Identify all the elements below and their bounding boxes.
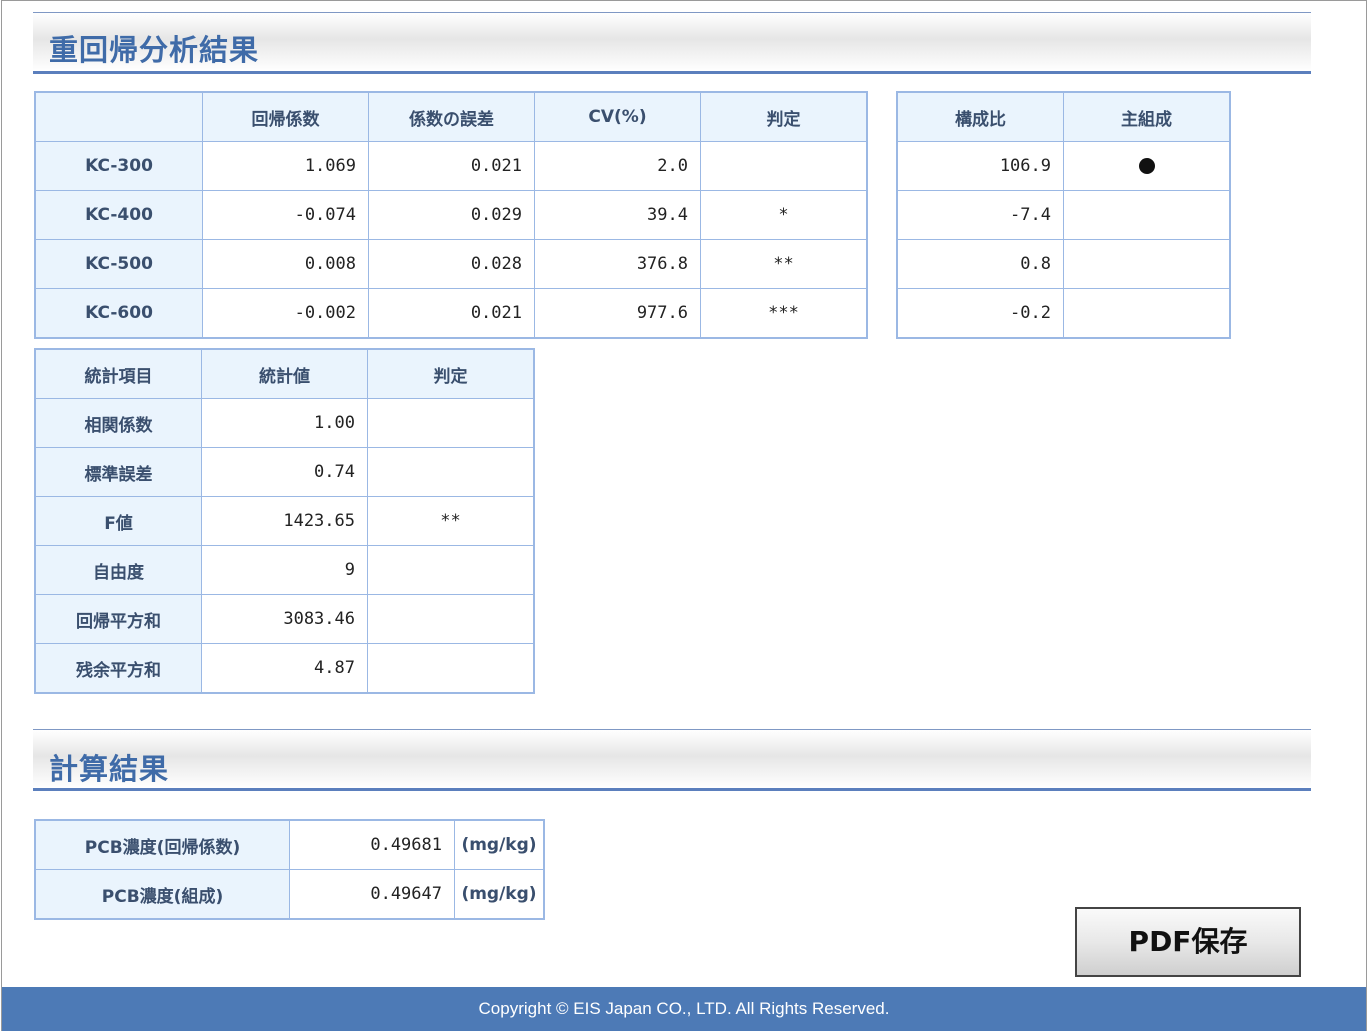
judge-value <box>367 545 535 595</box>
header-cell <box>34 91 203 142</box>
table-header-row: 構成比 主組成 <box>896 91 1231 142</box>
calc-section-title: 計算結果 <box>49 752 170 786</box>
row-label: 標準誤差 <box>34 447 202 497</box>
table-row: 残余平方和 4.87 <box>34 643 535 694</box>
row-label: KC-500 <box>34 239 203 289</box>
error-value: 0.021 <box>368 141 535 191</box>
row-label: KC-300 <box>34 141 203 191</box>
row-label: KC-400 <box>34 190 203 240</box>
header-cell: 統計値 <box>201 348 368 399</box>
ratio-value: -7.4 <box>896 190 1064 240</box>
row-label: 回帰平方和 <box>34 594 202 644</box>
table-row: 相関係数 1.00 <box>34 398 535 448</box>
stat-value: 1423.65 <box>201 496 368 546</box>
stat-value: 0.74 <box>201 447 368 497</box>
judge-value: * <box>700 190 868 240</box>
footer: Copyright © EIS Japan CO., LTD. All Righ… <box>2 987 1366 1031</box>
unit-label: (mg/kg) <box>454 869 545 920</box>
regression-section-title: 重回帰分析結果 <box>49 33 260 67</box>
header-cell: 回帰係数 <box>202 91 369 142</box>
table-header-row: 統計項目 統計値 判定 <box>34 348 535 399</box>
judge-value <box>367 447 535 497</box>
judge-value <box>700 141 868 191</box>
header-cell: 判定 <box>700 91 868 142</box>
error-value: 0.021 <box>368 288 535 339</box>
header-cell: 判定 <box>367 348 535 399</box>
calc-result-table: PCB濃度(回帰係数) 0.49681 (mg/kg) PCB濃度(組成) 0.… <box>34 819 545 920</box>
header-cell: 構成比 <box>896 91 1064 142</box>
stat-value: 3083.46 <box>201 594 368 644</box>
calc-value: 0.49681 <box>289 819 455 870</box>
table-row: -7.4 <box>896 190 1231 240</box>
row-label: 残余平方和 <box>34 643 202 694</box>
table-row: 回帰平方和 3083.46 <box>34 594 535 644</box>
table-row: PCB濃度(回帰係数) 0.49681 (mg/kg) <box>34 819 545 870</box>
ratio-value: 0.8 <box>896 239 1064 289</box>
row-label: PCB濃度(組成) <box>34 869 290 920</box>
main-component-cell <box>1063 288 1231 339</box>
table-row: PCB濃度(組成) 0.49647 (mg/kg) <box>34 869 545 920</box>
main-component-cell <box>1063 141 1231 191</box>
coef-value: -0.002 <box>202 288 369 339</box>
table-row: 0.8 <box>896 239 1231 289</box>
row-label: 相関係数 <box>34 398 202 448</box>
unit-label: (mg/kg) <box>454 819 545 870</box>
stat-value: 9 <box>201 545 368 595</box>
calc-section-header: 計算結果 <box>33 729 1311 791</box>
table-row: 106.9 <box>896 141 1231 191</box>
table-row: -0.2 <box>896 288 1231 339</box>
stat-value: 4.87 <box>201 643 368 694</box>
judge-value <box>367 643 535 694</box>
ratio-value: 106.9 <box>896 141 1064 191</box>
error-value: 0.029 <box>368 190 535 240</box>
copyright-text: Copyright © EIS Japan CO., LTD. All Righ… <box>478 999 890 1018</box>
header-cell: 統計項目 <box>34 348 202 399</box>
table-row: F値 1423.65 ** <box>34 496 535 546</box>
regression-table: 回帰係数 係数の誤差 CV(%) 判定 KC-300 1.069 0.021 2… <box>34 91 868 339</box>
pdf-save-button[interactable]: PDF保存 <box>1075 907 1301 977</box>
row-label: 自由度 <box>34 545 202 595</box>
stat-value: 1.00 <box>201 398 368 448</box>
cv-value: 2.0 <box>534 141 701 191</box>
table-row: KC-400 -0.074 0.029 39.4 * <box>34 190 868 240</box>
main-component-cell <box>1063 190 1231 240</box>
error-value: 0.028 <box>368 239 535 289</box>
coef-value: -0.074 <box>202 190 369 240</box>
table-header-row: 回帰係数 係数の誤差 CV(%) 判定 <box>34 91 868 142</box>
ratio-value: -0.2 <box>896 288 1064 339</box>
coef-value: 0.008 <box>202 239 369 289</box>
header-cell: 主組成 <box>1063 91 1231 142</box>
judge-value <box>367 594 535 644</box>
judge-value: *** <box>700 288 868 339</box>
header-cell: 係数の誤差 <box>368 91 535 142</box>
judge-value: ** <box>367 496 535 546</box>
coef-value: 1.069 <box>202 141 369 191</box>
composition-table: 構成比 主組成 106.9 -7.4 0.8 -0.2 <box>896 91 1231 339</box>
cv-value: 39.4 <box>534 190 701 240</box>
statistics-table: 統計項目 統計値 判定 相関係数 1.00 標準誤差 0.74 F値 1423.… <box>34 348 535 694</box>
table-row: KC-600 -0.002 0.021 977.6 *** <box>34 288 868 339</box>
row-label: KC-600 <box>34 288 203 339</box>
regression-section-header: 重回帰分析結果 <box>33 12 1311 74</box>
main-component-dot-icon <box>1138 158 1155 174</box>
judge-value: ** <box>700 239 868 289</box>
table-row: 自由度 9 <box>34 545 535 595</box>
main-component-cell <box>1063 239 1231 289</box>
calc-value: 0.49647 <box>289 869 455 920</box>
table-row: KC-300 1.069 0.021 2.0 <box>34 141 868 191</box>
cv-value: 977.6 <box>534 288 701 339</box>
cv-value: 376.8 <box>534 239 701 289</box>
table-row: 標準誤差 0.74 <box>34 447 535 497</box>
header-cell: CV(%) <box>534 91 701 142</box>
row-label: PCB濃度(回帰係数) <box>34 819 290 870</box>
row-label: F値 <box>34 496 202 546</box>
judge-value <box>367 398 535 448</box>
table-row: KC-500 0.008 0.028 376.8 ** <box>34 239 868 289</box>
